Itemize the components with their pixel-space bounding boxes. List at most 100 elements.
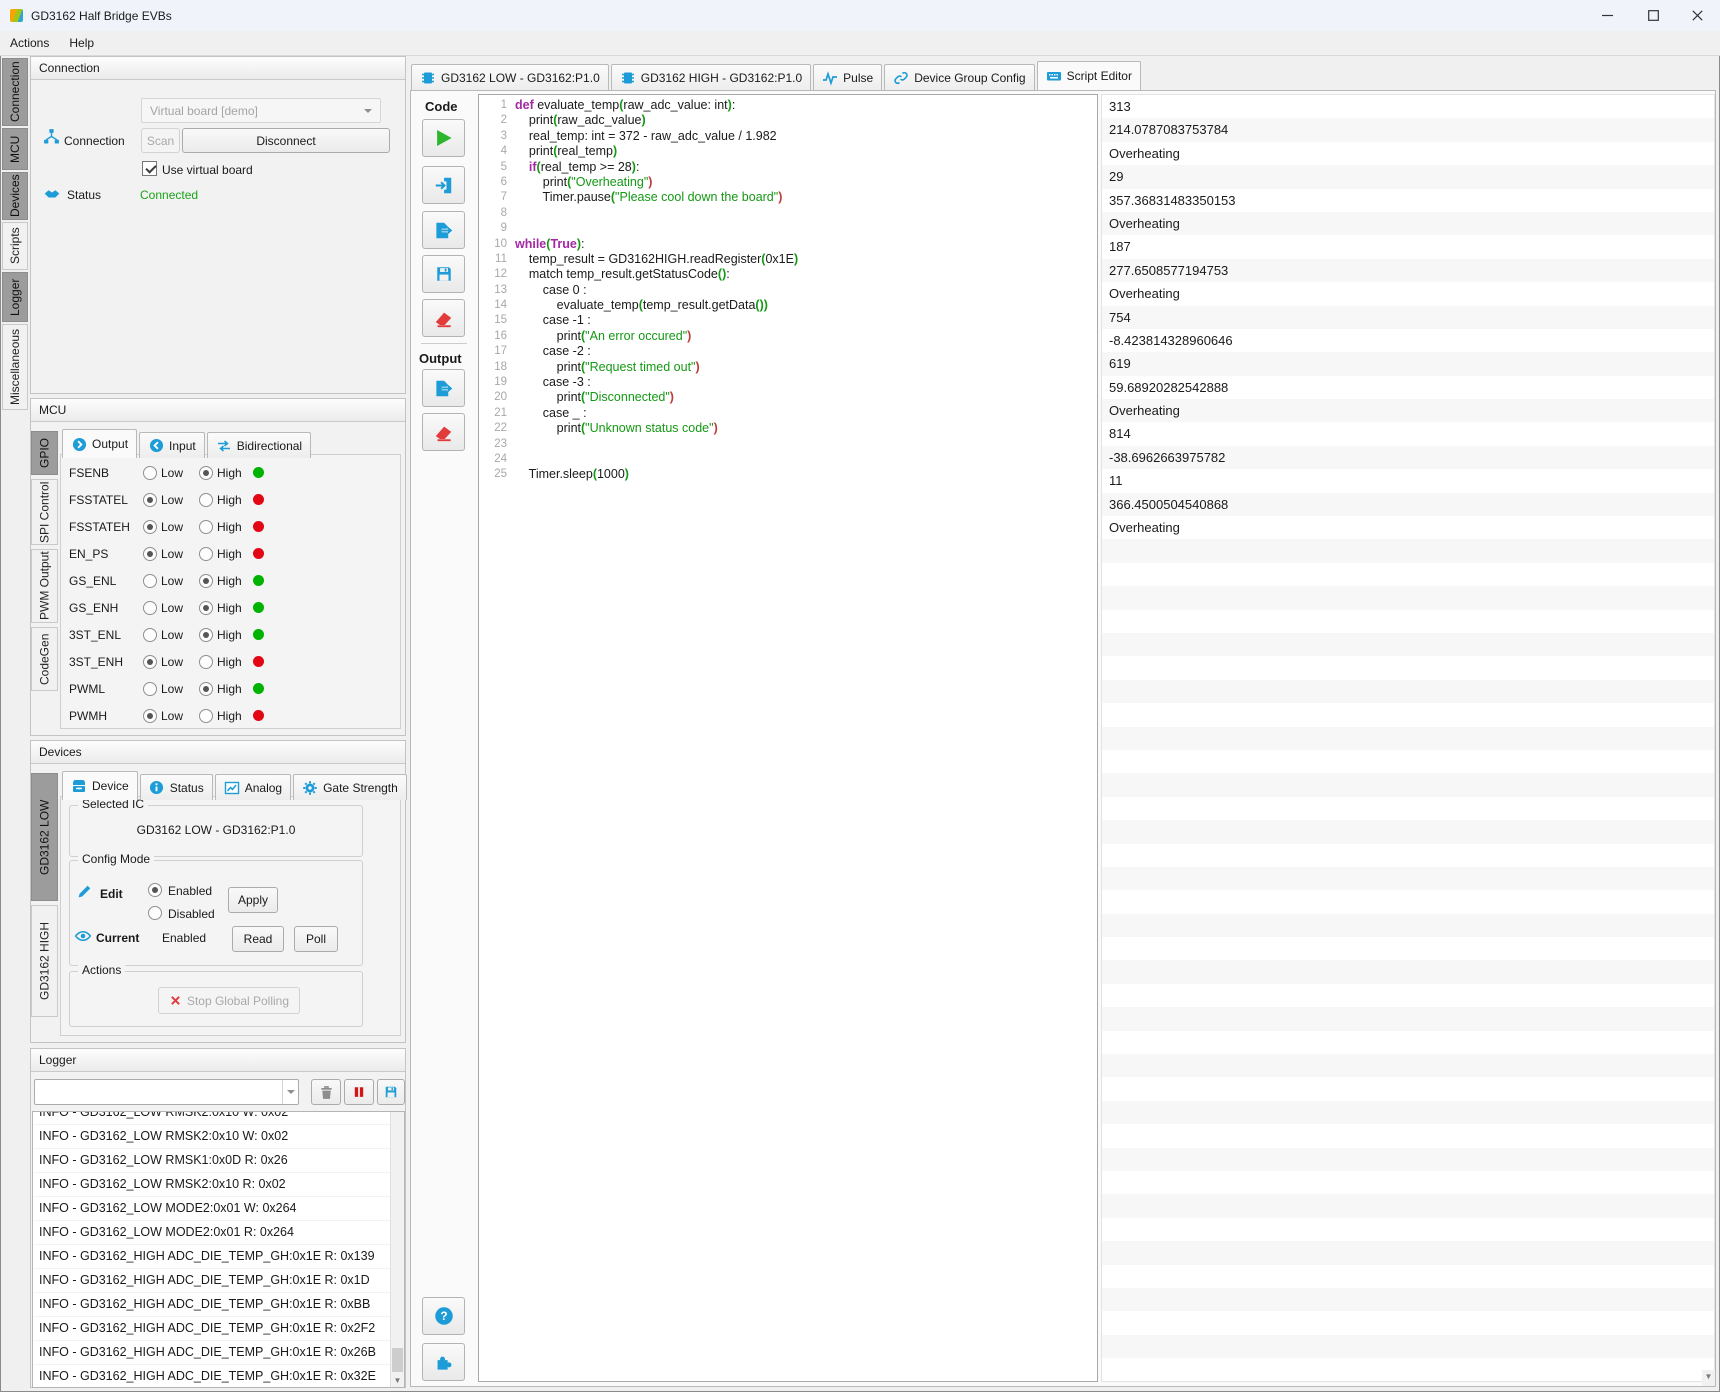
log-row[interactable]: INFO - GD3162_HIGH ADC_DIE_TEMP_GH:0x1E … [33,1341,404,1365]
tab-input[interactable]: Input [139,432,205,458]
low-radio[interactable]: Low [143,493,199,507]
log-row[interactable]: INFO - GD3162_HIGH ADC_DIE_TEMP_GH:0x1E … [33,1365,404,1388]
log-row[interactable]: INFO - GD3162_HIGH ADC_DIE_TEMP_GH:0x1E … [33,1317,404,1341]
tab-gate-strength[interactable]: Gate Strength [293,774,407,800]
menu-item-actions[interactable]: Actions [0,31,59,55]
side-tab-spi-control[interactable]: SPI Control [31,479,58,545]
minimize-button[interactable] [1584,0,1630,31]
scroll-down-icon[interactable]: ▼ [391,1376,404,1385]
export-script-button[interactable] [422,211,465,249]
apply-button[interactable]: Apply [228,887,278,913]
code-text: case 0 : [515,283,587,298]
tab-status[interactable]: Status [140,774,213,800]
log-row[interactable]: INFO - GD3162_LOW MODE2:0x01 W: 0x264 [33,1197,404,1221]
line-number: 14 [479,298,515,313]
side-tab-connection[interactable]: Connection [2,58,28,126]
mcu-panel: MCU GPIOSPI ControlPWM OutputCodeGen Out… [30,398,406,736]
side-tab-pwm-output[interactable]: PWM Output [31,549,58,623]
scan-button[interactable]: Scan [141,128,180,153]
log-row[interactable]: INFO - GD3162_LOW RMSK2:0x10 R: 0x02 [33,1173,404,1197]
clear-output-button[interactable] [422,413,465,451]
clear-code-button[interactable] [422,299,465,337]
eye-icon [74,927,92,945]
main-tab-gd3162-high-gd3162-p1-0[interactable]: GD3162 HIGH - GD3162:P1.0 [611,64,811,90]
log-row[interactable]: INFO - GD3162_LOW RMSK2:0x10 W: 0x02 [33,1125,404,1149]
side-tab-gd3162-low[interactable]: GD3162 LOW [31,773,58,901]
board-select[interactable]: Virtual board [demo] [141,98,381,123]
side-tab-codegen[interactable]: CodeGen [31,627,58,691]
import-script-button[interactable] [422,166,465,204]
logger-list[interactable]: INFO - GD3162_LOW RMSK2:0x10 W: 0x02INFO… [32,1111,405,1388]
code-line: 11 temp_result = GD3162HIGH.readRegister… [479,252,1097,267]
log-row[interactable]: INFO - GD3162_HIGH ADC_DIE_TEMP_GH:0x1E … [33,1269,404,1293]
low-radio[interactable]: Low [143,709,199,723]
read-button[interactable]: Read [232,926,284,952]
line-number: 9 [479,221,515,236]
pin-label: FSENB [69,466,143,480]
low-radio[interactable]: Low [143,520,199,534]
poll-button[interactable]: Poll [294,926,338,952]
use-virtual-board-checkbox[interactable] [142,161,157,176]
code-editor[interactable]: 1def evaluate_temp(raw_adc_value: int):2… [478,94,1098,1382]
high-radio[interactable]: High [199,547,253,561]
clear-log-button[interactable] [311,1079,341,1105]
pause-log-button[interactable] [344,1079,374,1105]
log-row[interactable]: INFO - GD3162_HIGH ADC_DIE_TEMP_GH:0x1E … [33,1293,404,1317]
low-radio[interactable]: Low [143,547,199,561]
high-radio[interactable]: High [199,601,253,615]
tab-device[interactable]: Device [62,771,138,800]
code-line: 25 Timer.sleep(1000) [479,467,1097,482]
main-tab-script-editor[interactable]: Script Editor [1037,61,1141,90]
high-radio[interactable]: High [199,628,253,642]
log-row[interactable]: INFO - GD3162_LOW MODE2:0x01 R: 0x264 [33,1221,404,1245]
disconnect-button[interactable]: Disconnect [182,128,390,153]
side-tab-logger[interactable]: Logger [2,272,28,322]
low-radio[interactable]: Low [143,574,199,588]
stop-global-polling-button[interactable]: Stop Global Polling [158,987,300,1014]
side-tab-gpio[interactable]: GPIO [31,431,58,475]
logger-filter-input[interactable] [39,1081,282,1103]
side-tab-mcu[interactable]: MCU [2,128,28,170]
help-button[interactable]: ? [422,1297,465,1335]
side-tab-devices[interactable]: Devices [2,172,28,220]
low-radio[interactable]: Low [143,601,199,615]
high-radio[interactable]: High [199,520,253,534]
save-script-button[interactable] [422,255,465,293]
side-tab-scripts[interactable]: Scripts [2,222,28,270]
output-scroll-down-icon[interactable]: ▼ [1702,1370,1715,1386]
side-tab-gd3162-high[interactable]: GD3162 HIGH [31,905,58,1017]
high-radio[interactable]: High [199,682,253,696]
close-button[interactable] [1674,0,1720,31]
side-tab-miscellaneous[interactable]: Miscellaneous [2,324,28,410]
log-row[interactable]: INFO - GD3162_LOW RMSK1:0x0D R: 0x26 [33,1149,404,1173]
maximize-button[interactable] [1630,0,1676,31]
logger-filter-combobox[interactable] [34,1079,299,1105]
edit-disabled-radio[interactable] [148,906,162,920]
low-radio[interactable]: Low [143,466,199,480]
log-row[interactable]: INFO - GD3162_HIGH ADC_DIE_TEMP_GH:0x1E … [33,1245,404,1269]
run-script-button[interactable] [422,119,465,157]
main-tab-gd3162-low-gd3162-p1-0[interactable]: GD3162 LOW - GD3162:P1.0 [411,64,609,90]
main-tab-pulse[interactable]: Pulse [813,64,882,90]
scrollbar-thumb[interactable] [392,1348,403,1372]
plugins-button[interactable] [422,1343,465,1381]
low-radio[interactable]: Low [143,655,199,669]
tab-bidirectional[interactable]: Bidirectional [207,432,311,458]
tab-analog[interactable]: Analog [215,774,291,800]
menu-item-help[interactable]: Help [59,31,104,55]
logger-scrollbar[interactable]: ▼ [390,1112,404,1387]
high-radio[interactable]: High [199,655,253,669]
tab-output[interactable]: Output [62,429,137,458]
save-log-button[interactable] [377,1079,405,1105]
edit-enabled-radio[interactable] [148,883,162,897]
high-radio[interactable]: High [199,709,253,723]
log-row[interactable]: INFO - GD3162_LOW RMSK2:0x10 W: 0x02 [33,1111,404,1125]
export-output-button[interactable] [422,369,465,407]
low-radio[interactable]: Low [143,628,199,642]
main-tab-device-group-config[interactable]: Device Group Config [884,64,1034,90]
high-radio[interactable]: High [199,493,253,507]
high-radio[interactable]: High [199,466,253,480]
code-line: 15 case -1 : [479,313,1097,328]
low-radio[interactable]: Low [143,682,199,696]
high-radio[interactable]: High [199,574,253,588]
